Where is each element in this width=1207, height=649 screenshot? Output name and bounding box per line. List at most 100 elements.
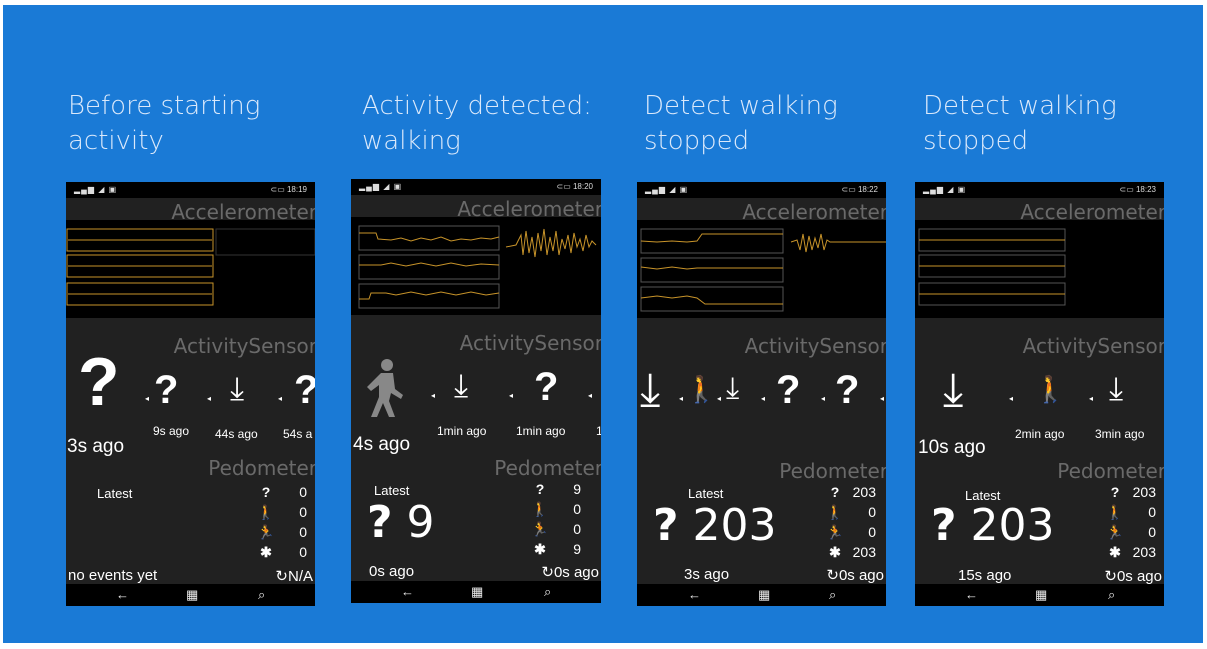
stationary-icon: ⤓ (230, 370, 245, 406)
search-button[interactable]: ⌕ (1108, 587, 1115, 603)
battery-icon: ⊂▭ 18:19 (270, 185, 307, 194)
latest-step-count: ? 203 (931, 500, 1055, 551)
step-stats: ? 0 🚶 0 🏃 0 ✱ 0 (255, 482, 307, 562)
activity-time-3: 1 (596, 424, 601, 438)
status-bar: ▂▄▆ ◢ ▣ ⊂▭ 18:20 (351, 179, 601, 195)
arrow-left-icon: ◂ (761, 394, 766, 403)
signal-icon: ▂▄▆ ◢ ▣ (645, 185, 689, 194)
question-mark-icon: ? (653, 500, 679, 551)
search-button[interactable]: ⌕ (258, 587, 265, 603)
running-icon: 🏃 (826, 524, 844, 540)
refresh-status: ↻N/A (275, 567, 313, 585)
battery-icon: ⊂▭ 18:20 (556, 182, 593, 191)
arrow-left-icon: ◂ (588, 391, 593, 400)
slide-background: Before starting activity Activity detect… (3, 5, 1203, 643)
latest-step-count: ? 9 (367, 497, 435, 548)
activity-time-0: 10s ago (918, 437, 986, 458)
windows-start-button[interactable]: ▦ (758, 587, 770, 603)
windows-start-button[interactable]: ▦ (471, 584, 483, 600)
unknown-steps: 203 (1132, 484, 1156, 500)
caption-1: Before starting activity (68, 91, 261, 156)
arrow-left-icon: ◂ (207, 394, 212, 403)
step-stats: ? 203 🚶 0 🏃 0 ✱ 203 (1104, 482, 1156, 562)
back-button[interactable]: ← (965, 587, 978, 602)
caption-3: Detect walking stopped (644, 91, 838, 156)
latest-event-time: 0s ago (369, 563, 415, 580)
walking-icon: 🚶 (1106, 504, 1124, 520)
caption-2: Activity detected: walking (362, 91, 592, 156)
status-bar: ▂▄▆ ◢ ▣ ⊂▭ 18:19 (66, 182, 315, 198)
arrow-left-icon: ◂ (1009, 394, 1014, 403)
walking-steps: 0 (868, 504, 876, 520)
question-mark-icon: ? (835, 368, 860, 412)
running-icon: 🏃 (257, 524, 275, 540)
question-mark-icon: ? (294, 368, 315, 413)
stationary-icon: ⤓ (1109, 370, 1124, 406)
step-stats: ? 9 🚶 0 🏃 0 ✱ 9 (529, 479, 581, 559)
search-button[interactable]: ⌕ (544, 584, 551, 600)
arrow-left-icon: ◂ (1089, 394, 1094, 403)
arrow-left-icon: ◂ (717, 394, 722, 403)
back-button[interactable]: ← (116, 587, 129, 602)
refresh-icon: ↻ (275, 568, 288, 585)
walking-steps: 0 (299, 504, 307, 520)
question-mark-icon: ? (261, 484, 271, 500)
question-mark-icon: ? (534, 365, 559, 409)
phone-nav-bar: ← ▦ ⌕ (351, 581, 601, 603)
refresh-time: 0s ago (553, 564, 599, 581)
question-mark-icon: ? (154, 368, 179, 412)
accelerometer-graphs (351, 217, 601, 315)
latest-step-count: ? 203 (653, 500, 777, 551)
activity-time-3: 54s a (283, 427, 313, 441)
running-steps: 0 (299, 524, 307, 540)
walking-icon: 🚶 (531, 501, 549, 517)
back-button[interactable]: ← (688, 587, 701, 602)
latest-event-time: 15s ago (958, 567, 1012, 584)
question-mark-icon: ? (78, 344, 120, 420)
walking-icon (367, 359, 403, 417)
latest-count-value: 203 (692, 500, 777, 551)
total-steps: 203 (1132, 544, 1156, 560)
signal-icon: ▂▄▆ ◢ ▣ (923, 185, 967, 194)
pedometer-header: Pedometer (779, 459, 886, 483)
phone-screen-4: ▂▄▆ ◢ ▣ ⊂▭ 18:23 Accelerometer ActivityS… (915, 182, 1164, 606)
back-button[interactable]: ← (401, 584, 414, 599)
total-steps: 203 (852, 544, 876, 560)
asterisk-icon: ✱ (534, 541, 546, 557)
arrow-left-icon: ◂ (431, 391, 436, 400)
refresh-icon: ↻ (541, 564, 554, 581)
latest-count-value: 203 (970, 500, 1055, 551)
refresh-time: 0s ago (1116, 568, 1162, 585)
total-steps: 9 (573, 541, 581, 557)
asterisk-icon: ✱ (260, 544, 272, 560)
phone-screen-2: ▂▄▆ ◢ ▣ ⊂▭ 18:20 Accelerometer ActivityS… (351, 179, 601, 603)
latest-count-value: 9 (406, 497, 435, 548)
latest-event-time: no events yet (68, 567, 158, 584)
search-button[interactable]: ⌕ (829, 587, 836, 603)
running-steps: 0 (868, 524, 876, 540)
refresh-icon: ↻ (826, 567, 839, 584)
activity-time-1: 9s ago (153, 424, 190, 438)
refresh-time: N/A (287, 568, 313, 585)
refresh-status: ↻0s ago (1104, 567, 1162, 585)
activity-sensor-header: ActivitySensor (744, 334, 886, 358)
arrow-left-icon: ◂ (679, 394, 684, 403)
stationary-icon: ⤓ (943, 363, 964, 415)
running-steps: 0 (573, 521, 581, 537)
stationary-icon: ⤓ (726, 372, 740, 405)
phone-screen-1: ▂▄▆ ◢ ▣ ⊂▭ 18:19 Accelerometer ActivityS… (66, 182, 315, 606)
latest-label: Latest (97, 486, 133, 501)
pedometer-header: Pedometer (208, 456, 315, 480)
question-mark-icon: ? (776, 368, 801, 412)
activity-time-2: 1min ago (516, 424, 566, 438)
refresh-time: 0s ago (838, 567, 884, 584)
status-bar: ▂▄▆ ◢ ▣ ⊂▭ 18:22 (637, 182, 886, 198)
windows-start-button[interactable]: ▦ (186, 587, 198, 603)
windows-start-button[interactable]: ▦ (1035, 587, 1047, 603)
stationary-icon: ⤓ (640, 363, 661, 415)
arrow-left-icon: ◂ (880, 394, 885, 403)
refresh-icon: ↻ (1104, 568, 1117, 585)
unknown-steps: 9 (573, 481, 581, 497)
walking-icon: 🚶 (1034, 374, 1067, 404)
clock: 18:22 (857, 185, 878, 194)
